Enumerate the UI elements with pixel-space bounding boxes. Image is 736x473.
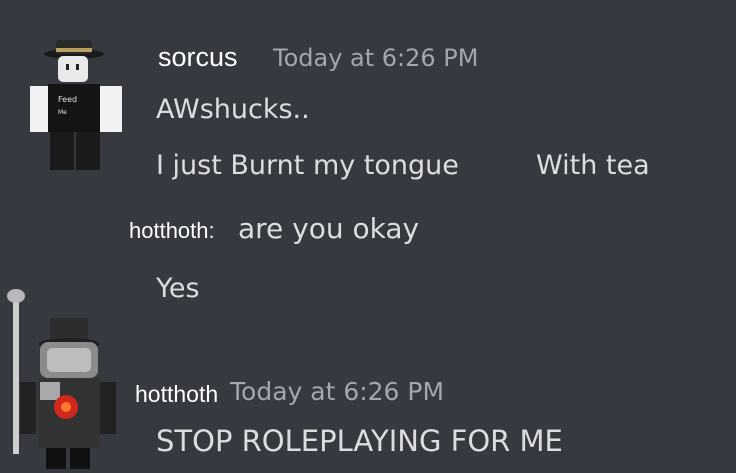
message-author[interactable]: hotthoth [135, 381, 218, 408]
message-timestamp[interactable]: Today at 6:26 PM [230, 377, 444, 406]
message-line: Yes [156, 273, 200, 304]
shirt-text-2: Me [58, 109, 67, 116]
message-line: With tea [536, 150, 650, 181]
roblox-avatar-icon [7, 289, 116, 469]
sorcus-avatar[interactable]: Feed Me [28, 36, 128, 172]
message-timestamp[interactable]: Today at 6:26 PM [273, 44, 479, 72]
reply-author[interactable]: hotthoth: [129, 218, 215, 244]
message-line: STOP ROLEPLAYING FOR ME [156, 424, 563, 458]
roblox-avatar-icon: Feed Me [30, 40, 122, 170]
hotthoth-avatar[interactable] [0, 284, 126, 469]
shirt-text-1: Feed [58, 95, 77, 104]
message-line: I just Burnt my tongue [156, 150, 459, 181]
message-line: AWshucks.. [156, 94, 310, 125]
reply-text: are you okay [238, 212, 420, 245]
message-author[interactable]: sorcus [158, 42, 238, 73]
chat-log: Feed Me sorcus Today at 6:26 PM AWshucks… [0, 0, 736, 469]
